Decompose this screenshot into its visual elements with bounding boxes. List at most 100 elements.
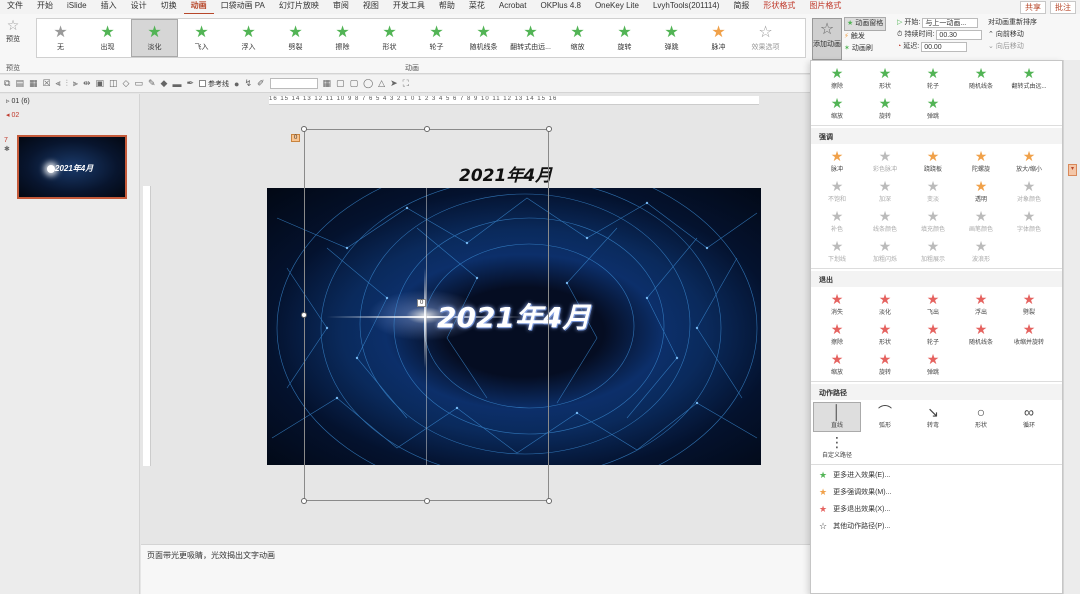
menu-item[interactable]: 插入 bbox=[94, 0, 124, 15]
table-icon[interactable]: ▦ bbox=[323, 78, 332, 89]
animation-option[interactable]: │ 直线 bbox=[813, 402, 861, 432]
menu-item[interactable]: 菜花 bbox=[462, 0, 492, 15]
duration-input[interactable]: 00.30 bbox=[936, 30, 983, 40]
animation-option[interactable]: ★ 旋转 bbox=[861, 93, 909, 123]
animation-option[interactable]: ★ 放大/缩小 bbox=[1005, 146, 1053, 176]
resize-handle-br[interactable] bbox=[546, 498, 552, 504]
animation-option[interactable]: ↘ 转弯 bbox=[909, 402, 957, 432]
move-later-button[interactable]: ⌄ 向后移动 bbox=[988, 41, 1037, 53]
brush-icon[interactable]: ✐ bbox=[257, 78, 265, 89]
align-left-icon[interactable]: ⫷ bbox=[56, 78, 61, 89]
menu-item[interactable]: 切换 bbox=[154, 0, 184, 15]
preview-button[interactable]: ☆ 预览 bbox=[2, 17, 24, 44]
menu-item[interactable]: 图片格式 bbox=[802, 0, 848, 15]
gallery-item[interactable]: ★ 缩放 bbox=[554, 19, 601, 57]
animation-option[interactable]: ★ 彩色脉冲 bbox=[861, 146, 909, 176]
animation-option[interactable]: ★ 填充颜色 bbox=[909, 206, 957, 236]
rounded-rect-icon[interactable]: ▢ bbox=[350, 78, 359, 89]
animation-option[interactable]: ★ 加深 bbox=[861, 176, 909, 206]
more-effects-item[interactable]: ★ 更多进入效果(E)... bbox=[811, 467, 1062, 484]
collapse-arrow-icon[interactable]: ▾ bbox=[1068, 164, 1077, 176]
menu-item[interactable]: 审阅 bbox=[326, 0, 356, 15]
slide-thumbnail[interactable]: 2021年4月 bbox=[17, 135, 127, 199]
animation-option[interactable]: ★ 加粗闪烁 bbox=[861, 236, 909, 266]
share-button[interactable]: 共享 bbox=[1020, 1, 1046, 14]
menu-item[interactable]: LvyhTools(201114) bbox=[646, 0, 726, 15]
section-1[interactable]: ▹ 01 (6) bbox=[0, 94, 139, 108]
animation-option[interactable]: ★ 旋转 bbox=[861, 349, 909, 379]
gallery-item[interactable]: ★ 飞入 bbox=[178, 19, 225, 57]
effect-options-button[interactable]: ☆ 效果选项 bbox=[742, 19, 789, 57]
resize-handle-tr[interactable] bbox=[546, 126, 552, 132]
animation-option[interactable]: ○ 形状 bbox=[957, 402, 1005, 432]
fullscreen-icon[interactable]: ⛶ bbox=[403, 78, 409, 89]
gallery-item[interactable]: ★ 无 bbox=[37, 19, 84, 57]
menu-item[interactable]: 开始 bbox=[30, 0, 60, 15]
animation-option[interactable]: ★ 陀螺旋 bbox=[957, 146, 1005, 176]
menu-item[interactable]: 视图 bbox=[356, 0, 386, 15]
gallery-item[interactable]: ★ 翻转式由远... bbox=[507, 19, 554, 57]
comment-button[interactable]: 批注 bbox=[1050, 1, 1076, 14]
resize-handle-t[interactable] bbox=[424, 126, 430, 132]
path-icon[interactable]: ↯ bbox=[244, 78, 252, 89]
menu-item[interactable]: 口袋动画 PA bbox=[214, 0, 272, 15]
animation-option[interactable]: ★ 变淡 bbox=[909, 176, 957, 206]
animation-pane-button[interactable]: ★ 动画窗格 bbox=[844, 17, 887, 31]
animation-option[interactable]: ⋮ 自定义路径 bbox=[813, 432, 861, 462]
animation-option[interactable]: ★ 字体颜色 bbox=[1005, 206, 1053, 236]
menu-item[interactable]: OneKey Lite bbox=[588, 0, 646, 15]
more-effects-item[interactable]: ★ 更多强调效果(M)... bbox=[811, 484, 1062, 501]
animation-tag-top[interactable]: 0 bbox=[291, 134, 301, 142]
menu-item[interactable]: 简报 bbox=[726, 0, 756, 15]
section-2[interactable]: ◂ 02 bbox=[0, 108, 139, 122]
animation-option[interactable]: ★ 脉冲 bbox=[813, 146, 861, 176]
resize-handle-bl[interactable] bbox=[301, 498, 307, 504]
resize-handle-l[interactable] bbox=[301, 312, 307, 318]
menu-item[interactable]: iSlide bbox=[60, 0, 94, 15]
animation-option[interactable]: ★ 缩放 bbox=[813, 349, 861, 379]
font-size-select[interactable] bbox=[269, 78, 318, 89]
animation-option[interactable]: ⌒ 弧形 bbox=[861, 402, 909, 432]
gallery-item[interactable]: ★ 形状 bbox=[366, 19, 413, 57]
more-effects-item[interactable]: ☆ 其他动作路径(P)... bbox=[811, 518, 1062, 535]
circle-icon[interactable]: ● bbox=[234, 79, 239, 89]
animation-option[interactable]: ★ 缩放 bbox=[813, 93, 861, 123]
animation-tag-mid[interactable]: 0 bbox=[417, 299, 427, 307]
line-color-icon[interactable]: ▬ bbox=[172, 79, 181, 89]
animation-option[interactable]: ★ 不饱和 bbox=[813, 176, 861, 206]
oval-icon[interactable]: ◯ bbox=[363, 78, 373, 89]
fill-color-icon[interactable]: ◆ bbox=[161, 78, 168, 89]
resize-handle-b[interactable] bbox=[424, 498, 430, 504]
trigger-button[interactable]: ⚡ 触发 bbox=[844, 31, 886, 43]
animation-brush-button[interactable]: ✶ 动画刷 bbox=[844, 43, 886, 55]
triangle-icon[interactable]: △ bbox=[378, 78, 385, 89]
gallery-item[interactable]: ★ 劈裂 bbox=[272, 19, 319, 57]
menu-item[interactable]: 动画 bbox=[183, 0, 214, 15]
animation-option[interactable]: ★ 加粗展示 bbox=[909, 236, 957, 266]
menu-item[interactable]: 形状格式 bbox=[756, 0, 802, 15]
eyedropper-icon[interactable]: ✒ bbox=[186, 78, 194, 89]
animation-option[interactable]: ★ 弹跳 bbox=[909, 93, 957, 123]
menu-item[interactable]: Acrobat bbox=[492, 0, 534, 15]
distribute-icon[interactable]: ⇹ bbox=[83, 78, 91, 89]
notes-pane[interactable]: 页面带光更吸睛，光效揭出文字动画 bbox=[141, 544, 810, 594]
animation-option[interactable]: ★ 擦除 bbox=[813, 319, 861, 349]
more-effects-item[interactable]: ★ 更多退出效果(X)... bbox=[811, 501, 1062, 518]
animation-option[interactable]: ★ 浮出 bbox=[957, 289, 1005, 319]
animation-option[interactable]: ★ 轮子 bbox=[909, 319, 957, 349]
animation-option[interactable]: ★ 波浪形 bbox=[957, 236, 1005, 266]
start-select[interactable]: 与上一动画... bbox=[922, 18, 979, 28]
animation-option[interactable]: ∞ 循环 bbox=[1005, 402, 1053, 432]
resize-handle-tl[interactable] bbox=[301, 126, 307, 132]
animation-option[interactable]: ★ 下划线 bbox=[813, 236, 861, 266]
animation-option[interactable]: ★ 随机线条 bbox=[957, 63, 1005, 93]
align-center-icon[interactable]: ⫶ bbox=[66, 78, 68, 89]
image-icon[interactable]: ▭ bbox=[134, 78, 143, 89]
align-right-icon[interactable]: ⫸ bbox=[73, 78, 78, 89]
animation-option[interactable]: ★ 消失 bbox=[813, 289, 861, 319]
group-icon[interactable]: ▣ bbox=[96, 78, 105, 89]
menu-item[interactable]: 幻灯片放映 bbox=[272, 0, 326, 15]
shape-icon[interactable]: ◇ bbox=[123, 78, 130, 89]
copy-icon[interactable]: ⧉ bbox=[4, 78, 10, 89]
move-earlier-button[interactable]: ⌃ 向前移动 bbox=[988, 29, 1037, 41]
